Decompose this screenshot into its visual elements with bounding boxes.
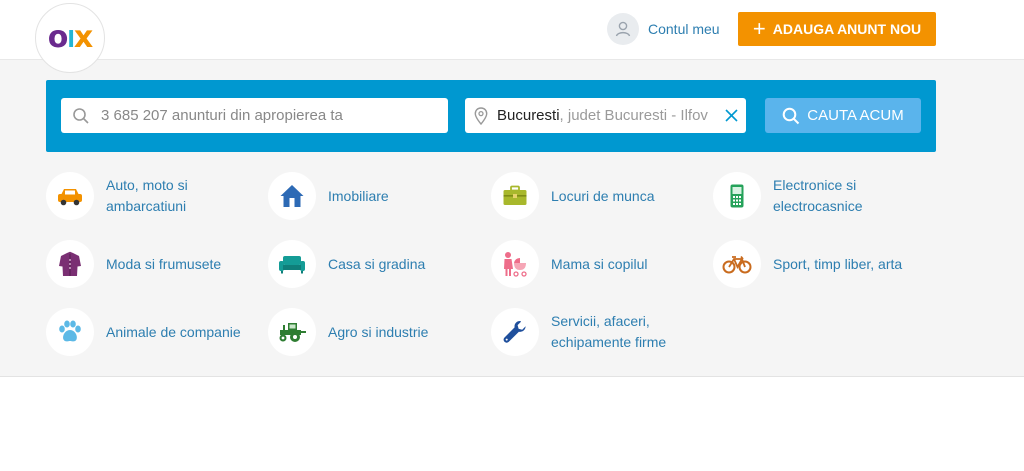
location-value: Bucuresti — [497, 107, 560, 124]
category-label: Sport, timp liber, arta — [773, 255, 903, 272]
paw-icon — [46, 308, 94, 356]
clear-location-icon[interactable] — [722, 106, 740, 124]
stroller-icon — [491, 240, 539, 288]
sofa-icon — [268, 240, 316, 288]
my-account-link[interactable]: Contul meu — [607, 12, 720, 45]
category-label: Electronice si electrocasnice — [773, 177, 863, 214]
car-icon — [46, 172, 94, 220]
phone-icon — [713, 172, 761, 220]
category-label: Casa si gradina — [328, 255, 426, 272]
category-label: Servicii, afaceri, echipamente firme — [551, 313, 667, 350]
category-mama-copilul[interactable]: Mama si copilul — [491, 240, 701, 288]
category-moda[interactable]: Moda si frumusete — [46, 240, 256, 288]
category-imobiliare[interactable]: Imobiliare — [268, 172, 478, 220]
location-pin-icon — [465, 106, 497, 125]
category-auto[interactable]: Auto, moto si ambarcatiuni — [46, 172, 256, 220]
category-label: Moda si frumusete — [106, 255, 222, 272]
category-electronice[interactable]: Electronice si electrocasnice — [713, 172, 923, 220]
search-bar: Bucuresti, judet Bucuresti - Ilfov CAUTA… — [46, 80, 936, 152]
category-agro[interactable]: Agro si industrie — [268, 308, 478, 356]
add-listing-button[interactable]: + ADAUGA ANUNT NOU — [738, 12, 936, 46]
account-label: Contul meu — [648, 20, 720, 37]
user-avatar-icon — [607, 12, 639, 45]
briefcase-icon — [491, 172, 539, 220]
category-casa-gradina[interactable]: Casa si gradina — [268, 240, 478, 288]
plus-icon: + — [752, 16, 766, 41]
category-label: Mama si copilul — [551, 255, 648, 272]
category-locuri-de-munca[interactable]: Locuri de munca — [491, 172, 701, 220]
category-label: Locuri de munca — [551, 187, 655, 204]
search-button-label: CAUTA ACUM — [807, 107, 904, 124]
search-button[interactable]: CAUTA ACUM — [765, 98, 921, 133]
wrench-icon — [491, 308, 539, 356]
location-hint: , judet Bucuresti - Ilfov — [559, 107, 708, 124]
house-icon — [268, 172, 316, 220]
category-label: Imobiliare — [328, 187, 389, 204]
category-animale[interactable]: Animale de companie — [46, 308, 256, 356]
logo-text: olx — [47, 20, 94, 55]
category-label: Animale de companie — [106, 323, 241, 340]
query-box — [61, 98, 448, 133]
category-label: Agro si industrie — [328, 323, 429, 340]
location-box[interactable]: Bucuresti, judet Bucuresti - Ilfov — [465, 98, 746, 133]
category-servicii[interactable]: Servicii, afaceri, echipamente firme — [491, 308, 701, 356]
search-icon — [61, 107, 101, 125]
olx-logo[interactable]: olx — [35, 3, 105, 73]
tractor-icon — [268, 308, 316, 356]
coat-icon — [46, 240, 94, 288]
search-input[interactable] — [101, 99, 448, 132]
bicycle-icon — [713, 240, 761, 288]
category-label: Auto, moto si ambarcatiuni — [106, 177, 188, 214]
search-button-icon — [782, 107, 800, 124]
add-listing-label: ADAUGA ANUNT NOU — [772, 21, 922, 37]
category-sport[interactable]: Sport, timp liber, arta — [713, 240, 923, 288]
